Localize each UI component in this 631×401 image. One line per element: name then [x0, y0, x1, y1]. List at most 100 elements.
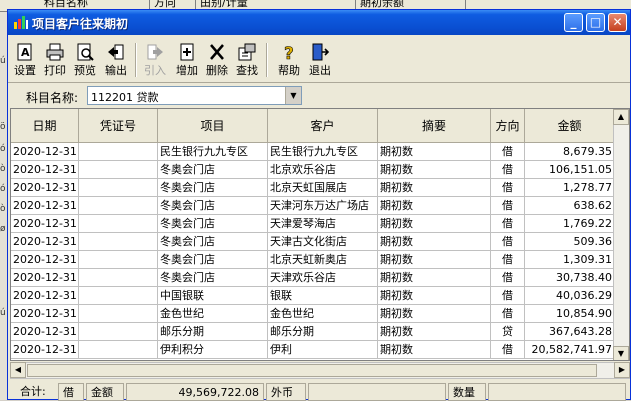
cell-voucher[interactable] [79, 341, 158, 359]
cell-project[interactable]: 冬奥会门店 [158, 233, 268, 251]
cell-summary[interactable]: 期初数 [378, 287, 491, 305]
cell-voucher[interactable] [79, 323, 158, 341]
table-row[interactable]: 2020-12-31 民生银行九九专区 民生银行九九专区 期初数借 8,679.35 [11, 143, 615, 161]
cell-amount[interactable]: 509.36 [525, 233, 615, 251]
maximize-button[interactable]: □ [586, 13, 605, 32]
cell-date[interactable]: 2020-12-31 [11, 179, 79, 197]
cell-date[interactable]: 2020-12-31 [11, 161, 79, 179]
cell-voucher[interactable] [79, 179, 158, 197]
cell-project[interactable]: 民生银行九九专区 [158, 143, 268, 161]
cell-customer[interactable]: 伊利 [268, 341, 378, 359]
cell-project[interactable]: 冬奥会门店 [158, 161, 268, 179]
cell-voucher[interactable] [79, 143, 158, 161]
cell-project[interactable]: 冬奥会门店 [158, 215, 268, 233]
column-header-customer[interactable]: 客户 [268, 109, 378, 143]
cell-project[interactable]: 冬奥会门店 [158, 269, 268, 287]
scroll-down-icon[interactable]: ▼ [613, 346, 629, 360]
print-button[interactable]: 打印 [41, 41, 69, 79]
scroll-right-icon[interactable]: ▶ [614, 362, 630, 378]
cell-project[interactable]: 中国银联 [158, 287, 268, 305]
cell-customer[interactable]: 天津河东万达广场店 [268, 197, 378, 215]
cell-summary[interactable]: 期初数 [378, 341, 491, 359]
cell-customer[interactable]: 银联 [268, 287, 378, 305]
cell-customer[interactable]: 邮乐分期 [268, 323, 378, 341]
cell-amount[interactable]: 10,854.90 [525, 305, 615, 323]
cell-amount[interactable]: 1,309.31 [525, 251, 615, 269]
cell-project[interactable]: 冬奥会门店 [158, 251, 268, 269]
cell-direction[interactable]: 借 [491, 305, 525, 323]
cell-project[interactable]: 冬奥会门店 [158, 197, 268, 215]
table-row[interactable]: 2020-12-31 冬奥会门店 天津欢乐谷店 期初数借 30,738.40 [11, 269, 615, 287]
help-button[interactable]: ? 帮助 [274, 41, 304, 79]
cell-amount[interactable]: 20,582,741.97 [525, 341, 615, 359]
cell-direction[interactable]: 借 [491, 143, 525, 161]
cell-amount[interactable]: 8,679.35 [525, 143, 615, 161]
column-header-project[interactable]: 项目 [158, 109, 268, 143]
settings-button[interactable]: A 设置 [11, 41, 39, 79]
cell-direction[interactable]: 借 [491, 233, 525, 251]
cell-summary[interactable]: 期初数 [378, 161, 491, 179]
cell-customer[interactable]: 天津古文化街店 [268, 233, 378, 251]
cell-amount[interactable]: 1,278.77 [525, 179, 615, 197]
chevron-down-icon[interactable]: ▼ [285, 87, 301, 104]
cell-voucher[interactable] [79, 251, 158, 269]
cell-voucher[interactable] [79, 233, 158, 251]
cell-direction[interactable]: 借 [491, 287, 525, 305]
column-header-direction[interactable]: 方向 [491, 109, 525, 143]
cell-voucher[interactable] [79, 269, 158, 287]
scroll-left-icon[interactable]: ◀ [10, 362, 26, 378]
cell-summary[interactable]: 期初数 [378, 197, 491, 215]
cell-direction[interactable]: 借 [491, 161, 525, 179]
column-header-summary[interactable]: 摘要 [378, 109, 491, 143]
cell-summary[interactable]: 期初数 [378, 233, 491, 251]
cell-customer[interactable]: 天津欢乐谷店 [268, 269, 378, 287]
horizontal-scrollbar[interactable]: ◀ ▶ [10, 362, 630, 379]
import-button[interactable]: 引入 [141, 41, 169, 79]
cell-amount[interactable]: 1,769.22 [525, 215, 615, 233]
cell-customer[interactable]: 民生银行九九专区 [268, 143, 378, 161]
cell-project[interactable]: 伊利积分 [158, 341, 268, 359]
cell-project[interactable]: 邮乐分期 [158, 323, 268, 341]
cell-date[interactable]: 2020-12-31 [11, 215, 79, 233]
table-row[interactable]: 2020-12-31 冬奥会门店 北京天虹新奥店 期初数借 1,309.31 [11, 251, 615, 269]
cell-direction[interactable]: 借 [491, 179, 525, 197]
column-header-date[interactable]: 日期 [11, 109, 79, 143]
vertical-scrollbar[interactable]: ▲ ▼ [613, 109, 629, 360]
title-bar[interactable]: 项目客户往来期初 _ □ ✕ [8, 10, 630, 35]
cell-date[interactable]: 2020-12-31 [11, 269, 79, 287]
exit-button[interactable]: 退出 [306, 41, 334, 79]
cell-direction[interactable]: 借 [491, 197, 525, 215]
column-header-amount[interactable]: 金额 [525, 109, 615, 143]
cell-summary[interactable]: 期初数 [378, 215, 491, 233]
scroll-up-icon[interactable]: ▲ [613, 109, 629, 125]
table-row[interactable]: 2020-12-31 冬奥会门店 天津古文化街店 期初数借 509.36 [11, 233, 615, 251]
cell-amount[interactable]: 367,643.28 [525, 323, 615, 341]
cell-direction[interactable]: 借 [491, 215, 525, 233]
cell-project[interactable]: 金色世纪 [158, 305, 268, 323]
cell-direction[interactable]: 贷 [491, 323, 525, 341]
cell-amount[interactable]: 106,151.05 [525, 161, 615, 179]
cell-summary[interactable]: 期初数 [378, 305, 491, 323]
cell-direction[interactable]: 借 [491, 251, 525, 269]
export-button[interactable]: 输出 [101, 41, 131, 79]
preview-button[interactable]: 预览 [71, 41, 99, 79]
subject-select[interactable]: 112201 贷款 ▼ [87, 86, 302, 105]
cell-voucher[interactable] [79, 215, 158, 233]
cell-summary[interactable]: 期初数 [378, 251, 491, 269]
close-button[interactable]: ✕ [608, 13, 627, 32]
cell-amount[interactable]: 638.62 [525, 197, 615, 215]
table-row[interactable]: 2020-12-31 伊利积分 伊利 期初数借 20,582,741.97 [11, 341, 615, 359]
cell-voucher[interactable] [79, 287, 158, 305]
cell-date[interactable]: 2020-12-31 [11, 233, 79, 251]
table-row[interactable]: 2020-12-31 冬奥会门店 北京天虹国展店 期初数借 1,278.77 [11, 179, 615, 197]
cell-date[interactable]: 2020-12-31 [11, 323, 79, 341]
cell-direction[interactable]: 借 [491, 341, 525, 359]
cell-amount[interactable]: 40,036.29 [525, 287, 615, 305]
horizontal-scroll-thumb[interactable] [27, 364, 597, 377]
cell-customer[interactable]: 金色世纪 [268, 305, 378, 323]
find-button[interactable]: 查找 [233, 41, 261, 79]
cell-customer[interactable]: 北京欢乐谷店 [268, 161, 378, 179]
cell-customer[interactable]: 北京天虹国展店 [268, 179, 378, 197]
table-row[interactable]: 2020-12-31 冬奥会门店 天津河东万达广场店 期初数借 638.62 [11, 197, 615, 215]
table-row[interactable]: 2020-12-31 中国银联 银联 期初数借 40,036.29 [11, 287, 615, 305]
